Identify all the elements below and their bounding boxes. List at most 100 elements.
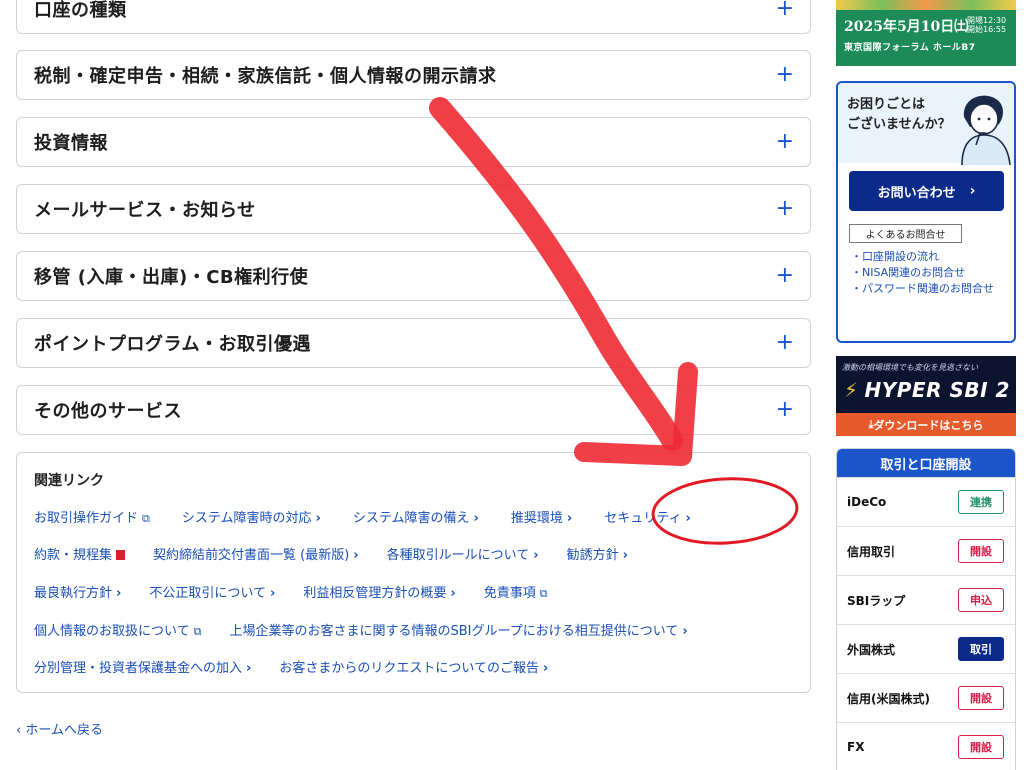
plus-icon: +: [775, 330, 794, 355]
trade-name: 外国株式: [847, 642, 896, 657]
accordion-transfer[interactable]: 移管 (入庫・出庫)・CB権利行使 +: [16, 251, 811, 301]
chevron-right-icon: ›: [353, 548, 359, 563]
trade-panel: 取引と口座開設 iDeCo 連携 信用取引 開設 SBIラップ 申込 外国株式 …: [836, 448, 1016, 770]
event-date: 2025年5月10日㈯: [844, 19, 969, 35]
chevron-right-icon: ›: [685, 511, 691, 526]
event-venue: 東京国際フォーラム ホールB7: [844, 43, 976, 53]
link-disclaimer[interactable]: 免責事項 ⧉: [484, 582, 548, 601]
sbi-wrap-apply-button[interactable]: 申込: [958, 588, 1004, 612]
link-unfair-trading[interactable]: 不公正取引について ›: [149, 582, 275, 601]
link-sbi-group-info-sharing[interactable]: 上場企業等のお客さまに関する情報のSBIグループにおける相互提供について ›: [229, 620, 687, 639]
accordion-account-types[interactable]: 口座の種類 +: [16, 0, 811, 34]
accordion-title: 移管 (入庫・出庫)・CB権利行使: [34, 267, 309, 288]
help-links: ・口座開設の流れ ・NISA関連のお問合せ ・パスワード関連のお問合せ: [851, 249, 1011, 297]
link-recommended-environment[interactable]: 推奨環境 ›: [511, 507, 572, 526]
help-question: お困りごとは ございませんか？: [847, 97, 951, 132]
trade-name: 信用取引: [847, 544, 896, 559]
accordion-other-services[interactable]: その他のサービス +: [16, 385, 811, 435]
link-best-execution[interactable]: 最良執行方針 ›: [34, 582, 121, 601]
trade-row-us-margin: 信用(米国株式) 開設: [837, 673, 1015, 722]
trade-name: iDeCo: [847, 495, 887, 509]
link-system-failure-response[interactable]: システム障害時の対応 ›: [182, 507, 321, 526]
help-link-account-opening[interactable]: ・口座開設の流れ: [851, 249, 1011, 265]
accordion-point-program[interactable]: ポイントプログラム・お取引優遇 +: [16, 318, 811, 368]
pdf-icon: [116, 550, 126, 560]
chevron-right-icon: ›: [682, 624, 688, 639]
chevron-left-icon: ‹: [16, 723, 26, 738]
accordion-investment-info[interactable]: 投資情報 +: [16, 117, 811, 167]
accordion-title: 口座の種類: [34, 0, 127, 21]
trade-title: 取引と口座開設: [837, 449, 1015, 477]
trade-row-ideco: iDeCo 連携: [837, 477, 1015, 526]
event-time: 開場12:30 開始16:55: [967, 16, 1007, 34]
trade-name: SBIラップ: [847, 593, 906, 608]
accordion-title: 投資情報: [34, 133, 108, 154]
plus-icon: +: [775, 0, 794, 21]
trade-row-margin: 信用取引 開設: [837, 526, 1015, 575]
external-link-icon: ⧉: [193, 625, 202, 638]
hyper-sbi-banner[interactable]: 激動の相場環境でも変化を見逃さない ⚡ HYPER SBI 2 ⤓ ダウンロードは…: [836, 356, 1016, 436]
help-link-nisa[interactable]: ・NISA関連のお問合せ: [851, 265, 1011, 281]
chevron-right-icon: ›: [473, 511, 479, 526]
link-customer-requests[interactable]: お客さまからのリクエストについてのご報告 ›: [279, 657, 548, 676]
plus-icon: +: [775, 129, 794, 154]
ideco-link-button[interactable]: 連携: [958, 490, 1004, 514]
plus-icon: +: [775, 263, 794, 288]
trade-row-fx: FX 開設: [837, 722, 1015, 770]
chevron-right-icon: ›: [543, 661, 549, 676]
external-link-icon: ⧉: [142, 512, 150, 525]
link-trading-guide[interactable]: お取引操作ガイド ⧉: [34, 507, 150, 526]
plus-icon: +: [775, 397, 794, 422]
chevron-right-icon: ›: [566, 511, 573, 526]
accordion-title: メールサービス・お知らせ: [34, 200, 256, 221]
trade-name: FX: [847, 740, 865, 754]
related-links-row: 分別管理・投資者保護基金への加入 › お客さまからのリクエストについてのご報告 ›: [34, 657, 548, 676]
thinking-person-illustration: [961, 95, 1011, 165]
trade-name: 信用(米国株式): [847, 691, 930, 706]
link-security[interactable]: セキュリティ ›: [604, 507, 691, 526]
fx-open-button[interactable]: 開設: [958, 735, 1004, 759]
link-segregated-management[interactable]: 分別管理・投資者保護基金への加入 ›: [34, 657, 251, 676]
accordion-title: ポイントプログラム・お取引優遇: [34, 334, 311, 355]
related-links-row: 約款・規程集 契約締結前交付書面一覧 (最新版) › 各種取引ルールについて › 勧…: [34, 544, 628, 563]
related-links-row: 個人情報のお取扱について ⧉ 上場企業等のお客さまに関する情報のSBIグループにお…: [34, 620, 688, 639]
chevron-right-icon: ›: [246, 661, 252, 676]
accordion-title: その他のサービス: [34, 401, 182, 422]
accordion-title: 税制・確定申告・相続・家族信託・個人情報の開示請求: [34, 66, 497, 87]
external-link-icon: ⧉: [539, 587, 548, 600]
link-conflict-of-interest[interactable]: 利益相反管理方針の概要 ›: [303, 582, 455, 601]
plus-icon: +: [775, 62, 794, 87]
chevron-right-icon: ›: [116, 586, 122, 601]
chevron-right-icon: ›: [622, 548, 629, 563]
link-system-failure-preparation[interactable]: システム障害の備え ›: [353, 507, 479, 526]
accordion-mail-service[interactable]: メールサービス・お知らせ +: [16, 184, 811, 234]
download-button[interactable]: ⤓ ダウンロードはこちら: [836, 413, 1016, 436]
link-solicitation-policy[interactable]: 勧誘方針 ›: [567, 544, 628, 563]
foreign-stocks-trade-button[interactable]: 取引: [958, 637, 1004, 661]
link-terms-rules[interactable]: 約款・規程集: [34, 544, 126, 563]
link-trading-rules[interactable]: 各種取引ルールについて ›: [387, 544, 539, 563]
related-links-row: 最良執行方針 › 不公正取引について › 利益相反管理方針の概要 › 免責事項 ⧉: [34, 582, 548, 601]
trade-row-foreign-stocks: 外国株式 取引: [837, 624, 1015, 673]
related-links-panel: 関連リンク お取引操作ガイド ⧉ システム障害時の対応 › システム障害の備え › 推…: [16, 452, 811, 693]
chevron-right-icon: ›: [270, 586, 276, 601]
lightning-icon: ⚡: [844, 378, 859, 402]
contact-button[interactable]: お問い合わせ ›: [849, 171, 1004, 211]
back-to-home-link[interactable]: ‹ ホームへ戻る: [16, 719, 103, 738]
accordion-tax[interactable]: 税制・確定申告・相続・家族信託・個人情報の開示請求 +: [16, 50, 811, 100]
chevron-right-icon: ›: [969, 183, 976, 199]
help-panel: お困りごとは ございませんか？ お問い合わせ › よくあるお問合せ ・口座開設の流…: [836, 81, 1016, 343]
margin-open-button[interactable]: 開設: [958, 539, 1004, 563]
link-personal-info[interactable]: 個人情報のお取扱について ⧉: [34, 620, 201, 639]
chevron-right-icon: ›: [315, 511, 321, 526]
hyper-tagline: 激動の相場環境でも変化を見逃さない: [842, 363, 978, 372]
plus-icon: +: [775, 196, 794, 221]
hyper-name: ⚡ HYPER SBI 2: [844, 378, 1010, 402]
help-link-password[interactable]: ・パスワード関連のお問合せ: [851, 281, 1011, 297]
trade-row-sbi-wrap: SBIラップ 申込: [837, 575, 1015, 624]
chevron-right-icon: ›: [533, 548, 539, 563]
event-banner[interactable]: 2025年5月10日㈯ 開場12:30 開始16:55 東京国際フォーラム ホー…: [836, 0, 1016, 66]
us-margin-open-button[interactable]: 開設: [958, 686, 1004, 710]
link-pre-contract-documents[interactable]: 契約締結前交付書面一覧 (最新版) ›: [153, 544, 359, 563]
related-links-row: お取引操作ガイド ⧉ システム障害時の対応 › システム障害の備え › 推奨環境 › セ…: [34, 507, 691, 526]
